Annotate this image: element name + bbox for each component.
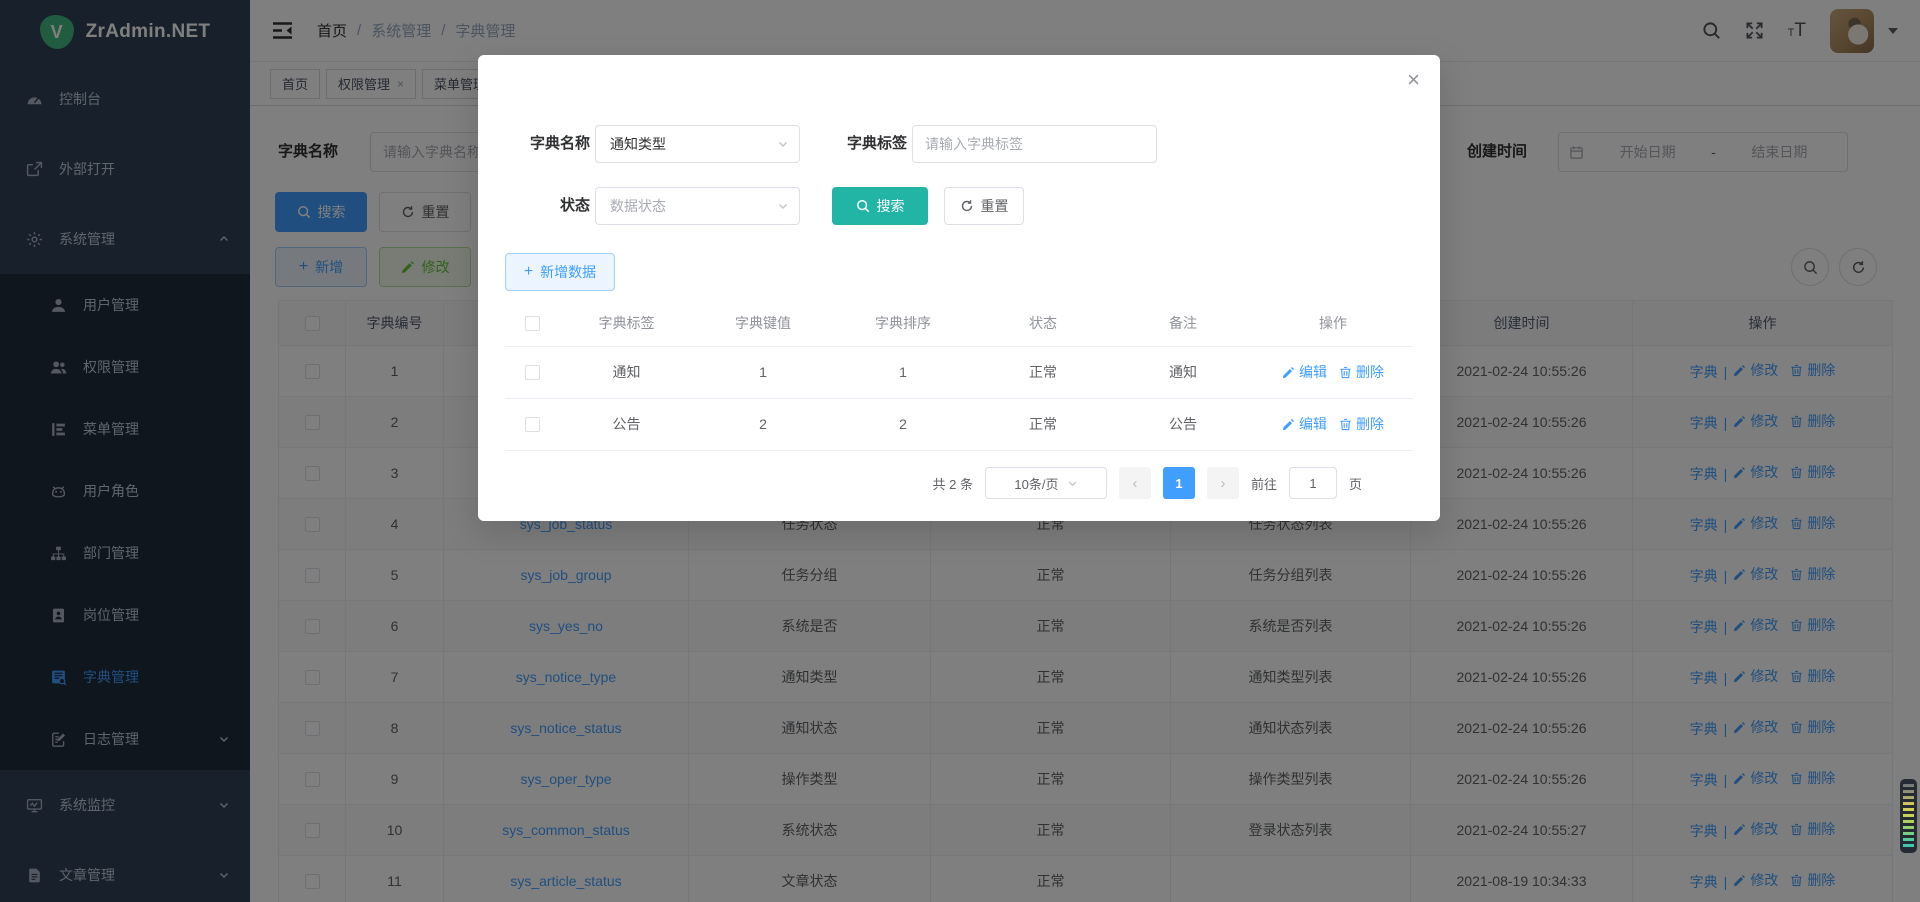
dialog-reset-label: 重置 — [981, 196, 1009, 216]
page-size-value: 10条/页 — [1014, 474, 1058, 493]
select-value: 通知类型 — [610, 134, 777, 154]
pagination-total: 共 2 条 — [933, 474, 973, 493]
goto-label: 前往 — [1251, 474, 1277, 493]
select-all-checkbox[interactable] — [525, 316, 540, 331]
dict-data-dialog: × 字典名称 通知类型 字典标签 状态 数据状态 搜索 重置 + 新增数据 字典… — [478, 55, 1440, 521]
delete-link[interactable]: 删除 — [1339, 362, 1384, 382]
trash-icon — [1339, 418, 1352, 431]
chevron-down-icon — [777, 200, 789, 212]
prev-page-button[interactable]: ‹ — [1119, 467, 1151, 499]
cell-status: 正常 — [973, 398, 1113, 450]
pencil-icon — [1282, 418, 1295, 431]
page-size-select[interactable]: 10条/页 — [985, 467, 1107, 499]
edit-link[interactable]: 编辑 — [1282, 362, 1327, 382]
dialog-table-row: 公告22正常公告编辑删除 — [505, 398, 1413, 450]
pencil-icon — [1282, 366, 1295, 379]
header-dict-sort: 字典排序 — [833, 300, 973, 346]
plus-icon: + — [524, 263, 533, 281]
scrollbar-stripes — [1903, 784, 1914, 848]
next-page-button[interactable]: › — [1207, 467, 1239, 499]
cell-dict-key: 2 — [693, 398, 833, 450]
goto-suffix: 页 — [1349, 474, 1362, 493]
dialog-table-row: 通知11正常通知编辑删除 — [505, 346, 1413, 398]
dialog-search-button[interactable]: 搜索 — [832, 187, 928, 225]
dialog-search-label: 搜索 — [877, 196, 905, 216]
goto-page-input[interactable] — [1289, 467, 1337, 499]
dialog-dict-tag-input[interactable] — [912, 125, 1157, 163]
refresh-icon — [960, 199, 974, 213]
header-status: 状态 — [973, 300, 1113, 346]
header-remark: 备注 — [1113, 300, 1253, 346]
search-icon — [856, 199, 870, 213]
scrollbar-widget[interactable] — [1900, 779, 1917, 853]
trash-icon — [1339, 366, 1352, 379]
delete-link[interactable]: 删除 — [1339, 414, 1384, 434]
cell-remark: 公告 — [1113, 398, 1253, 450]
header-dict-label: 字典标签 — [560, 300, 693, 346]
dialog-dict-name-label: 字典名称 — [488, 125, 590, 163]
cell-dict-sort: 1 — [833, 346, 973, 398]
cell-dict-label: 公告 — [560, 398, 693, 450]
dialog-add-data-label: 新增数据 — [540, 262, 596, 282]
cell-status: 正常 — [973, 346, 1113, 398]
dialog-dict-name-select[interactable]: 通知类型 — [595, 125, 800, 163]
cell-remark: 通知 — [1113, 346, 1253, 398]
dialog-dict-tag-label: 字典标签 — [813, 125, 907, 163]
page-1-button[interactable]: 1 — [1163, 467, 1195, 499]
dialog-table-header-row: 字典标签 字典键值 字典排序 状态 备注 操作 — [505, 300, 1413, 346]
header-actions: 操作 — [1253, 300, 1413, 346]
row-checkbox[interactable] — [525, 365, 540, 380]
dialog-status-select[interactable]: 数据状态 — [595, 187, 800, 225]
select-placeholder: 数据状态 — [610, 196, 777, 216]
dialog-dict-data-table: 字典标签 字典键值 字典排序 状态 备注 操作 通知11正常通知编辑删除公告22… — [505, 300, 1413, 451]
cell-dict-key: 1 — [693, 346, 833, 398]
cell-dict-sort: 2 — [833, 398, 973, 450]
cell-dict-label: 通知 — [560, 346, 693, 398]
dialog-add-data-button[interactable]: + 新增数据 — [505, 253, 615, 291]
dialog-status-label: 状态 — [488, 187, 590, 225]
edit-link[interactable]: 编辑 — [1282, 414, 1327, 434]
row-checkbox[interactable] — [525, 417, 540, 432]
close-icon[interactable]: × — [1407, 69, 1420, 91]
chevron-down-icon — [1067, 478, 1078, 489]
chevron-down-icon — [777, 138, 789, 150]
dialog-table-body: 通知11正常通知编辑删除公告22正常公告编辑删除 — [505, 346, 1413, 450]
dialog-reset-button[interactable]: 重置 — [944, 187, 1024, 225]
dialog-pagination: 共 2 条 10条/页 ‹ 1 › 前往 页 — [933, 467, 1363, 499]
header-dict-key: 字典键值 — [693, 300, 833, 346]
